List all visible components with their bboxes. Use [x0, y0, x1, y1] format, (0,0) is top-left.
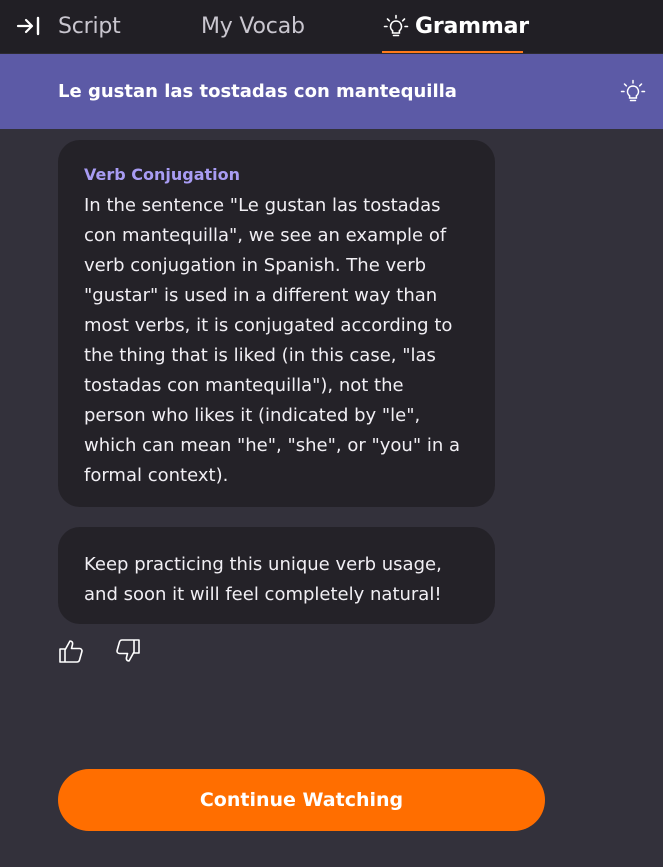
thumbs-up-icon: [59, 640, 83, 663]
tab-script[interactable]: Script: [58, 0, 121, 53]
like-button[interactable]: [56, 636, 86, 666]
tab-grammar-label: Grammar: [415, 14, 529, 39]
tab-bar: Script My Vocab Grammar: [0, 0, 663, 54]
collapse-panel-button[interactable]: [14, 13, 44, 39]
thumbs-down-icon: [116, 639, 140, 662]
active-tab-indicator: [382, 51, 523, 53]
collapse-right-icon: [16, 16, 40, 36]
encouragement-body: Keep practicing this unique verb usage, …: [84, 554, 442, 605]
continue-watching-button[interactable]: Continue Watching: [58, 769, 545, 831]
grammar-explanation-bubble: Verb Conjugation In the sentence "Le gus…: [58, 140, 495, 507]
lightbulb-icon[interactable]: [620, 79, 646, 105]
sentence-title: Le gustan las tostadas con mantequilla: [58, 81, 457, 102]
explanation-heading: Verb Conjugation: [84, 165, 241, 184]
lightbulb-icon: [383, 14, 409, 40]
tab-my-vocab[interactable]: My Vocab: [201, 0, 305, 53]
explanation-body: In the sentence "Le gustan las tostadas …: [84, 195, 460, 486]
encouragement-bubble: Keep practicing this unique verb usage, …: [58, 527, 495, 624]
tab-script-label: Script: [58, 14, 121, 39]
tab-grammar[interactable]: Grammar: [383, 0, 529, 53]
sentence-header: Le gustan las tostadas con mantequilla: [0, 54, 663, 129]
dislike-button[interactable]: [113, 636, 143, 666]
tab-my-vocab-label: My Vocab: [201, 14, 305, 39]
